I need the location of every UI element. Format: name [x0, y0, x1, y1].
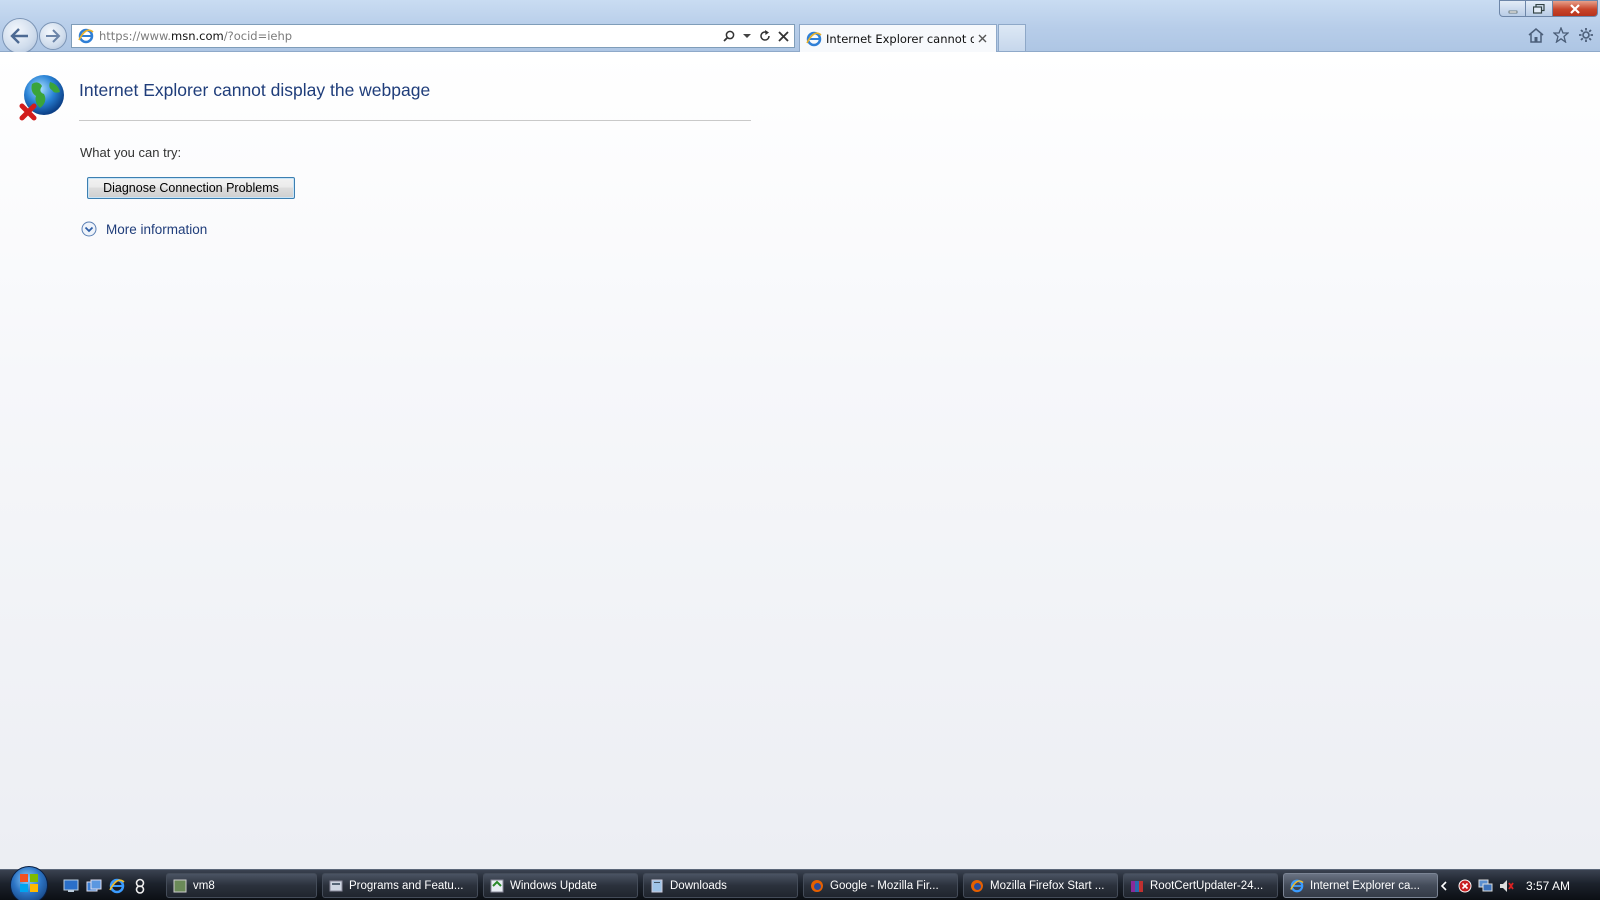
- taskbar-item-label: RootCertUpdater-24...: [1150, 879, 1264, 892]
- taskbar-item-programs-features[interactable]: Programs and Featu...: [322, 873, 478, 898]
- address-bar[interactable]: https://www.msn.com/?ocid=iehp: [71, 24, 795, 48]
- maximize-button[interactable]: [1526, 0, 1553, 17]
- tools-icon[interactable]: [1578, 27, 1594, 43]
- forward-button[interactable]: [39, 22, 67, 50]
- chevron-left-icon[interactable]: [1436, 878, 1451, 893]
- taskbar-item-rootcertupdater[interactable]: RootCertUpdater-24...: [1123, 873, 1278, 898]
- search-icon[interactable]: [722, 28, 736, 44]
- taskbar-item-vm8[interactable]: vm8: [166, 873, 317, 898]
- refresh-icon[interactable]: [758, 28, 772, 44]
- taskbar-item-google-firefox[interactable]: Google - Mozilla Fir...: [803, 873, 958, 898]
- more-information-label[interactable]: More information: [106, 222, 207, 237]
- back-icon: [10, 28, 30, 44]
- taskbar: vm8 Programs and Featu... Windows Update…: [0, 866, 1600, 900]
- back-button[interactable]: [2, 18, 38, 54]
- ie-quicklaunch-icon[interactable]: [108, 877, 125, 894]
- address-url[interactable]: https://www.msn.com/?ocid=iehp: [99, 29, 722, 43]
- url-suffix: /?ocid=iehp: [223, 29, 293, 43]
- title-divider: [79, 120, 751, 121]
- taskbar-item-label: Downloads: [670, 879, 727, 892]
- volume-muted-icon[interactable]: [1499, 878, 1514, 893]
- taskbar-item-firefox-start[interactable]: Mozilla Firefox Start ...: [963, 873, 1118, 898]
- browser-chrome: https://www.msn.com/?ocid=iehp Internet …: [0, 0, 1600, 54]
- ie-page-icon: [75, 25, 97, 47]
- url-host: msn.com: [171, 29, 224, 43]
- firefox-icon: [810, 879, 824, 893]
- window-controls: [1499, 0, 1598, 17]
- dropdown-arrow-icon[interactable]: [740, 28, 754, 44]
- system-tray: 3:57 AM: [1430, 870, 1600, 900]
- stop-icon[interactable]: [776, 28, 790, 44]
- taskbar-item-label: Windows Update: [510, 879, 597, 892]
- security-alert-icon[interactable]: [1457, 878, 1472, 893]
- start-button[interactable]: [10, 866, 48, 900]
- taskbar-item-label: Mozilla Firefox Start ...: [990, 879, 1105, 892]
- taskbar-item-windows-update[interactable]: Windows Update: [483, 873, 638, 898]
- app-icon: [173, 879, 187, 893]
- close-button[interactable]: [1553, 0, 1598, 17]
- archive-icon: [1130, 879, 1144, 893]
- control-panel-icon: [329, 879, 343, 893]
- taskbar-item-label: Programs and Featu...: [349, 879, 464, 892]
- favorites-icon[interactable]: [1553, 27, 1569, 43]
- quick-launch: [62, 877, 148, 894]
- windows-update-icon: [490, 879, 504, 893]
- taskbar-item-downloads[interactable]: Downloads: [643, 873, 798, 898]
- taskbar-item-label: Google - Mozilla Fir...: [830, 879, 939, 892]
- tab-current[interactable]: Internet Explorer cannot dis...: [799, 24, 997, 52]
- switch-windows-icon[interactable]: [85, 877, 102, 894]
- home-icon[interactable]: [1528, 27, 1544, 43]
- clock[interactable]: 3:57 AM: [1526, 879, 1570, 893]
- maximize-icon: [1532, 0, 1545, 18]
- ie-tab-icon: [806, 31, 822, 47]
- new-tab-button[interactable]: [998, 24, 1026, 51]
- folder-icon: [650, 879, 664, 893]
- tab-close-icon[interactable]: [974, 31, 990, 47]
- taskbar-item-label: vm8: [193, 879, 215, 892]
- windows-logo-icon: [19, 873, 39, 897]
- page-content: Internet Explorer cannot display the web…: [0, 52, 1600, 869]
- taskbar-item-internet-explorer[interactable]: Internet Explorer ca...: [1283, 873, 1438, 898]
- network-icon[interactable]: [1478, 878, 1493, 893]
- close-icon: [1569, 0, 1581, 18]
- page-title: Internet Explorer cannot display the web…: [79, 80, 431, 100]
- firefox-icon: [970, 879, 984, 893]
- ie-icon: [1290, 879, 1304, 893]
- forward-icon: [45, 29, 61, 43]
- taskbar-item-label: Internet Explorer ca...: [1310, 879, 1420, 892]
- chevron-down-circle-icon[interactable]: [81, 221, 97, 237]
- more-information-link[interactable]: More information: [81, 221, 207, 237]
- try-label: What you can try:: [80, 145, 182, 160]
- tab-title: Internet Explorer cannot dis...: [826, 31, 974, 46]
- diagnose-connection-button[interactable]: Diagnose Connection Problems: [87, 177, 295, 199]
- globe-error-icon: [18, 72, 68, 122]
- minimize-button[interactable]: [1499, 0, 1526, 17]
- url-prefix: https://www.: [99, 29, 172, 43]
- show-desktop-icon[interactable]: [62, 877, 79, 894]
- minimize-icon: [1508, 0, 1518, 18]
- app-quicklaunch-icon[interactable]: [131, 877, 148, 894]
